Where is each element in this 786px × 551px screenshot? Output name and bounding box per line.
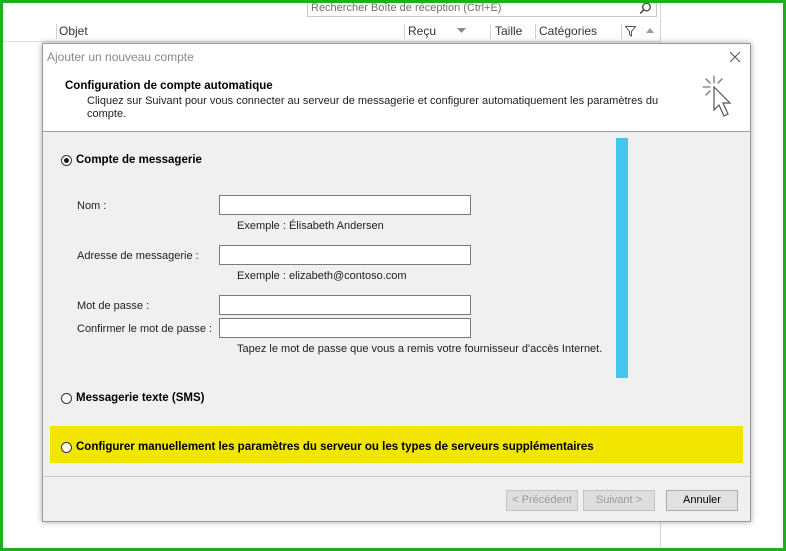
cancel-button[interactable]: Annuler	[666, 490, 738, 511]
search-icon[interactable]	[639, 2, 652, 15]
email-label: Adresse de messagerie :	[77, 250, 199, 262]
header-title: Configuration de compte automatique	[65, 80, 273, 92]
footer-divider	[43, 476, 750, 477]
email-account-radio[interactable]	[61, 155, 72, 166]
message-list-header: Objet Reçu Taille Catégories	[0, 22, 660, 42]
email-hint: Exemple : elizabeth@contoso.com	[237, 270, 407, 282]
sms-radio[interactable]	[61, 393, 72, 404]
cursor-click-icon	[702, 75, 732, 117]
highlight-bar	[616, 138, 628, 378]
column-size[interactable]: Taille	[495, 22, 522, 41]
scroll-up-icon[interactable]	[645, 26, 655, 36]
filter-icon[interactable]	[625, 26, 636, 37]
header-description: Cliquez sur Suivant pour vous connecter …	[87, 95, 659, 120]
column-received[interactable]: Reçu	[408, 22, 436, 41]
dialog-header: Configuration de compte automatique Cliq…	[43, 69, 750, 132]
password-field[interactable]	[219, 295, 471, 315]
previous-button[interactable]: < Précédent	[506, 490, 578, 511]
confirm-password-field[interactable]	[219, 318, 471, 338]
next-button[interactable]: Suivant >	[583, 490, 655, 511]
close-icon[interactable]	[726, 48, 744, 66]
confirm-password-label: Confirmer le mot de passe :	[77, 323, 213, 335]
column-object[interactable]: Objet	[59, 22, 88, 41]
name-label: Nom :	[77, 200, 107, 212]
add-account-dialog: Ajouter un nouveau compte Configuration …	[42, 43, 751, 522]
sms-label[interactable]: Messagerie texte (SMS)	[76, 392, 204, 404]
dialog-title: Ajouter un nouveau compte	[47, 50, 194, 64]
email-field[interactable]	[219, 245, 471, 265]
search-placeholder: Rechercher Boîte de réception (Ctrl+E)	[311, 2, 502, 14]
email-account-label[interactable]: Compte de messagerie	[76, 154, 202, 166]
column-categories[interactable]: Catégories	[539, 22, 597, 41]
manual-config-label[interactable]: Configurer manuellement les paramètres d…	[76, 441, 594, 453]
dialog-titlebar: Ajouter un nouveau compte	[43, 44, 750, 69]
search-inbox-input[interactable]: Rechercher Boîte de réception (Ctrl+E)	[307, 0, 657, 17]
password-hint: Tapez le mot de passe que vous a remis v…	[237, 343, 603, 355]
sort-down-icon	[457, 28, 466, 33]
name-field[interactable]	[219, 195, 471, 215]
password-label: Mot de passe :	[77, 300, 150, 312]
name-hint: Exemple : Élisabeth Andersen	[237, 220, 384, 232]
manual-config-radio[interactable]	[61, 442, 72, 453]
